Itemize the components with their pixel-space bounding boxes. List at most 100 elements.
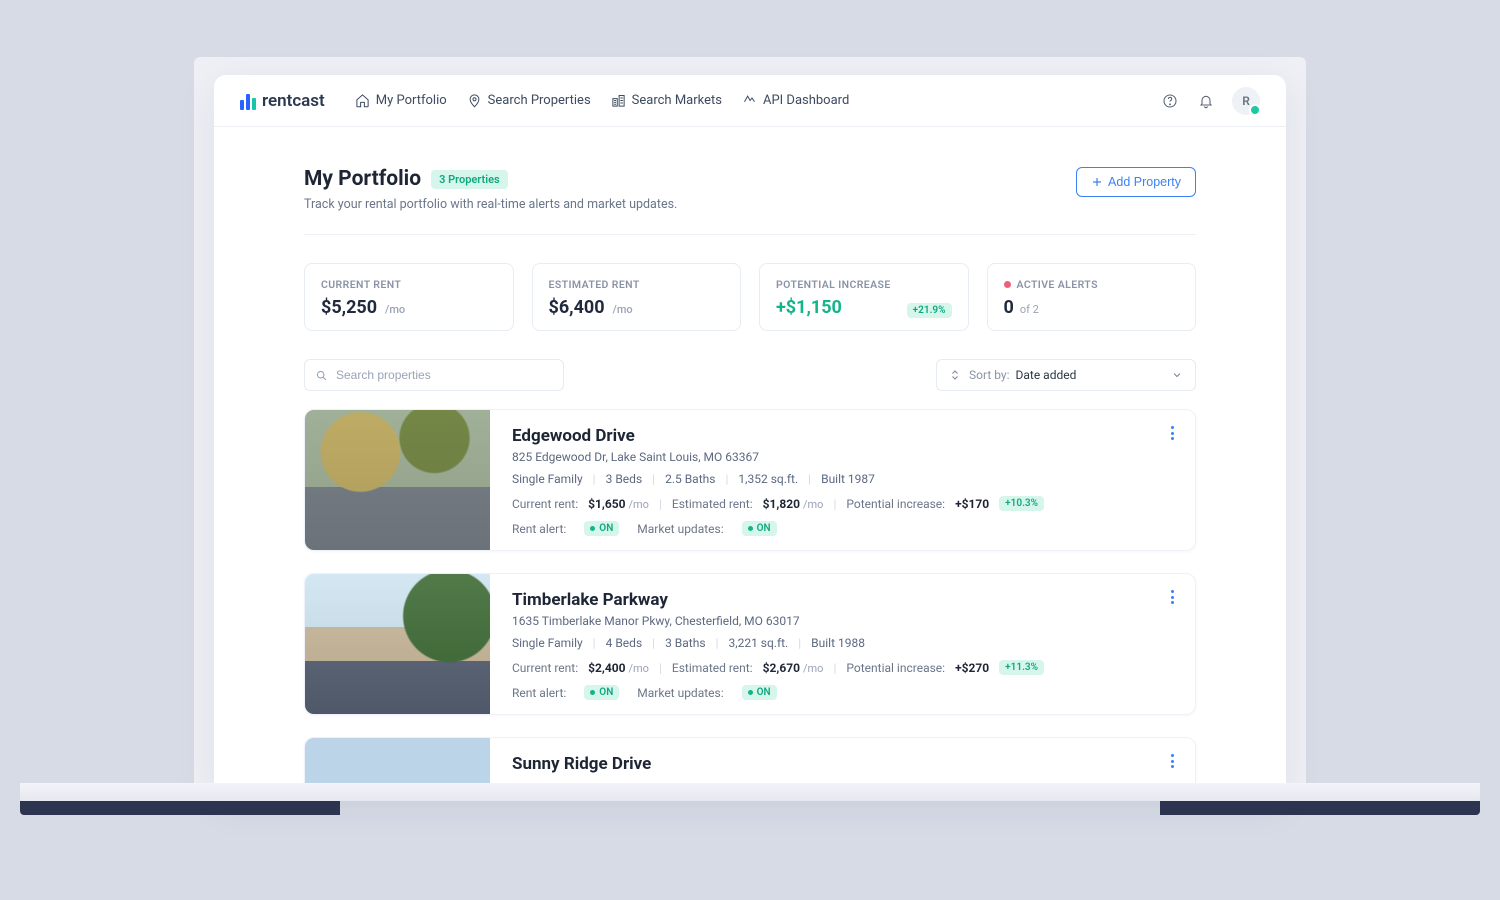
top-nav: rentcast My Portfolio Search Properties …	[214, 75, 1286, 127]
button-label: Add Property	[1108, 175, 1181, 189]
stat-label-text: ACTIVE ALERTS	[1017, 278, 1098, 291]
property-address: 825 Edgewood Dr, Lake Saint Louis, MO 63…	[512, 450, 1175, 464]
rent-alert-label: Rent alert:	[512, 522, 566, 536]
stat-potential-increase: POTENTIAL INCREASE +$1,150 +21.9%	[759, 263, 969, 331]
stat-of-total: of 2	[1020, 303, 1039, 316]
sort-label: Sort by:	[969, 368, 1010, 382]
stat-active-alerts: ACTIVE ALERTS 0 of 2	[987, 263, 1197, 331]
property-count-badge: 3 Properties	[431, 170, 508, 189]
property-card[interactable]: Edgewood Drive 825 Edgewood Dr, Lake Sai…	[304, 409, 1196, 551]
estimated-rent-value: $1,820	[763, 497, 800, 511]
property-thumbnail	[305, 410, 490, 550]
potential-increase-label: Potential increase:	[846, 661, 945, 675]
rent-alert-status: ON	[584, 521, 619, 536]
property-sqft: 1,352 sq.ft.	[738, 472, 798, 486]
stat-label: ACTIVE ALERTS	[1004, 278, 1180, 291]
stat-value: $5,250	[321, 297, 377, 318]
property-name: Sunny Ridge Drive	[512, 754, 1175, 774]
search-input[interactable]	[336, 368, 553, 382]
rent-alert-label: Rent alert:	[512, 686, 566, 700]
current-rent-label: Current rent:	[512, 497, 578, 511]
market-updates-label: Market updates:	[637, 522, 723, 536]
app-window: rentcast My Portfolio Search Properties …	[214, 75, 1286, 795]
nav-label: API Dashboard	[763, 93, 849, 108]
help-button[interactable]	[1160, 91, 1180, 111]
estimated-rent-label: Estimated rent:	[672, 497, 753, 511]
card-menu-button[interactable]	[1163, 424, 1181, 442]
card-menu-button[interactable]	[1163, 588, 1181, 606]
property-card[interactable]: Timberlake Parkway 1635 Timberlake Manor…	[304, 573, 1196, 715]
avatar[interactable]: R	[1232, 87, 1260, 115]
stat-percent-badge: +21.9%	[907, 303, 952, 318]
property-built: Built 1987	[821, 472, 875, 486]
property-thumbnail	[305, 574, 490, 714]
current-rent-value: $1,650	[588, 497, 625, 511]
property-beds: 3 Beds	[606, 472, 643, 486]
nav-search-properties[interactable]: Search Properties	[467, 93, 591, 108]
property-built: Built 1988	[811, 636, 865, 650]
nav-api-dashboard[interactable]: API Dashboard	[742, 93, 849, 108]
property-baths: 2.5 Baths	[665, 472, 715, 486]
nav-search-markets[interactable]: Search Markets	[611, 93, 722, 108]
market-updates-status: ON	[742, 521, 777, 536]
chevron-down-icon	[1171, 369, 1183, 381]
increase-pct-badge: +11.3%	[999, 660, 1044, 675]
property-name: Timberlake Parkway	[512, 590, 1175, 610]
property-beds: 4 Beds	[606, 636, 643, 650]
current-rent-value: $2,400	[588, 661, 625, 675]
market-updates-label: Market updates:	[637, 686, 723, 700]
nav-label: Search Properties	[488, 93, 591, 108]
search-input-wrapper[interactable]	[304, 359, 564, 391]
property-baths: 3 Baths	[665, 636, 705, 650]
permo: /mo	[803, 662, 823, 675]
property-type: Single Family	[512, 636, 583, 650]
home-icon	[355, 93, 370, 108]
stat-label: CURRENT RENT	[321, 278, 497, 291]
laptop-frame-base	[20, 783, 1480, 823]
card-menu-button[interactable]	[1163, 752, 1181, 770]
brand-name: rentcast	[262, 91, 325, 111]
nav-label: Search Markets	[632, 93, 722, 108]
stat-value: 0	[1004, 297, 1014, 318]
search-icon	[315, 369, 328, 382]
sort-value: Date added	[1016, 368, 1077, 382]
property-name: Edgewood Drive	[512, 426, 1175, 446]
stat-suffix: /mo	[385, 303, 405, 316]
estimated-rent-value: $2,670	[763, 661, 800, 675]
divider	[304, 234, 1196, 235]
current-rent-label: Current rent:	[512, 661, 578, 675]
notifications-button[interactable]	[1196, 91, 1216, 111]
market-updates-status: ON	[742, 685, 777, 700]
permo: /mo	[629, 662, 649, 675]
potential-increase-value: +$270	[955, 661, 989, 675]
main-content: My Portfolio 3 Properties Track your ren…	[214, 127, 1286, 795]
sort-dropdown[interactable]: Sort by: Date added	[936, 359, 1196, 391]
increase-pct-badge: +10.3%	[999, 496, 1044, 511]
property-type: Single Family	[512, 472, 583, 486]
nav-label: My Portfolio	[376, 93, 447, 108]
property-address: 1635 Timberlake Manor Pkwy, Chesterfield…	[512, 614, 1175, 628]
add-property-button[interactable]: Add Property	[1076, 167, 1196, 197]
alert-dot-icon	[1004, 281, 1011, 288]
potential-increase-label: Potential increase:	[846, 497, 945, 511]
sort-icon	[949, 369, 961, 381]
nav-my-portfolio[interactable]: My Portfolio	[355, 93, 447, 108]
page-subtitle: Track your rental portfolio with real-ti…	[304, 197, 677, 212]
stat-value: $6,400	[549, 297, 605, 318]
plus-icon	[1091, 176, 1103, 188]
pin-icon	[467, 93, 482, 108]
stat-suffix: /mo	[613, 303, 633, 316]
estimated-rent-label: Estimated rent:	[672, 661, 753, 675]
permo: /mo	[803, 498, 823, 511]
potential-increase-value: +$170	[955, 497, 989, 511]
brand-logo[interactable]: rentcast	[240, 91, 325, 111]
permo: /mo	[629, 498, 649, 511]
stat-label: ESTIMATED RENT	[549, 278, 725, 291]
api-icon	[742, 93, 757, 108]
help-icon	[1162, 93, 1178, 109]
stat-label: POTENTIAL INCREASE	[776, 278, 952, 291]
buildings-icon	[611, 93, 626, 108]
page-title: My Portfolio	[304, 167, 421, 191]
stat-estimated-rent: ESTIMATED RENT $6,400 /mo	[532, 263, 742, 331]
avatar-initial: R	[1242, 94, 1250, 108]
